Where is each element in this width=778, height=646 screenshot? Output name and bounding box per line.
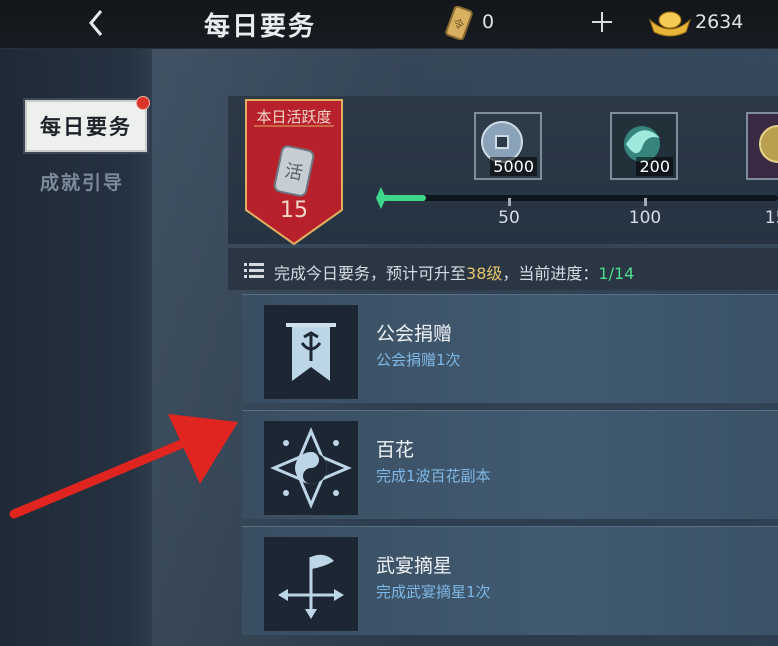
task-desc: 完成武宴摘星1次	[376, 583, 491, 601]
activity-progress-fill	[382, 195, 426, 201]
task-row-wuyan-zhaixing[interactable]: 武宴摘星 完成武宴摘星1次	[242, 526, 778, 635]
token-scroll-icon: 令	[444, 5, 474, 41]
page-title: 每日要务	[204, 12, 317, 42]
top-bar: 每日要务 令 0 2634	[0, 0, 778, 49]
guild-banner-icon	[264, 305, 358, 399]
sidebar-item-label: 每日要务	[40, 114, 132, 139]
threshold-tick	[508, 198, 511, 206]
threshold-tick	[644, 198, 647, 206]
reward-chest-50[interactable]: 5000	[474, 112, 542, 180]
plus-icon[interactable]	[588, 8, 616, 36]
task-row-guild-donation[interactable]: 公会捐赠 公会捐赠1次	[242, 294, 778, 403]
info-mid: ，当前进度：	[502, 264, 599, 283]
task-desc: 公会捐赠1次	[376, 351, 461, 369]
info-prefix: 完成今日要务，预计可升至	[274, 264, 467, 283]
progress-start-marker	[376, 187, 386, 209]
sidebar-item-daily-tasks[interactable]: 每日要务	[25, 100, 147, 152]
list-icon	[244, 262, 264, 278]
red-arrow-annotation	[0, 400, 260, 540]
task-row-baihua[interactable]: 百花 完成1波百花副本	[242, 410, 778, 519]
gold-count: 2634	[695, 11, 744, 33]
flag-arrows-icon	[264, 537, 358, 631]
task-desc: 完成1波百花副本	[376, 467, 491, 485]
activity-banner-title: 本日活跃度	[256, 108, 332, 126]
target-level: 38级	[466, 264, 503, 283]
token-count: 0	[482, 11, 495, 33]
task-name: 武宴摘星	[376, 555, 453, 577]
info-text: 完成今日要务，预计可升至38级，当前进度：1/14	[274, 260, 634, 284]
task-name: 公会捐赠	[376, 323, 453, 345]
reward-qty: 200	[636, 157, 673, 176]
activity-value: 15	[280, 198, 308, 223]
threshold-label: 150	[764, 208, 778, 228]
reward-chest-150[interactable]: 1	[746, 112, 778, 180]
threshold-label: 50	[498, 208, 520, 228]
activity-progress-track	[382, 195, 778, 201]
sidebar-item-achievement-guide[interactable]: 成就引导	[40, 168, 124, 195]
gold-ingot-icon	[648, 8, 692, 38]
notification-badge	[136, 96, 150, 110]
reward-qty: 5000	[490, 157, 537, 176]
threshold-label: 100	[628, 208, 662, 228]
yin-yang-emblem-icon	[264, 421, 358, 515]
back-chevron-icon[interactable]	[80, 6, 114, 40]
task-progress: 1/14	[598, 264, 635, 283]
orb-icon	[748, 114, 778, 178]
reward-chest-100[interactable]: 200	[610, 112, 678, 180]
task-name: 百花	[376, 439, 415, 461]
